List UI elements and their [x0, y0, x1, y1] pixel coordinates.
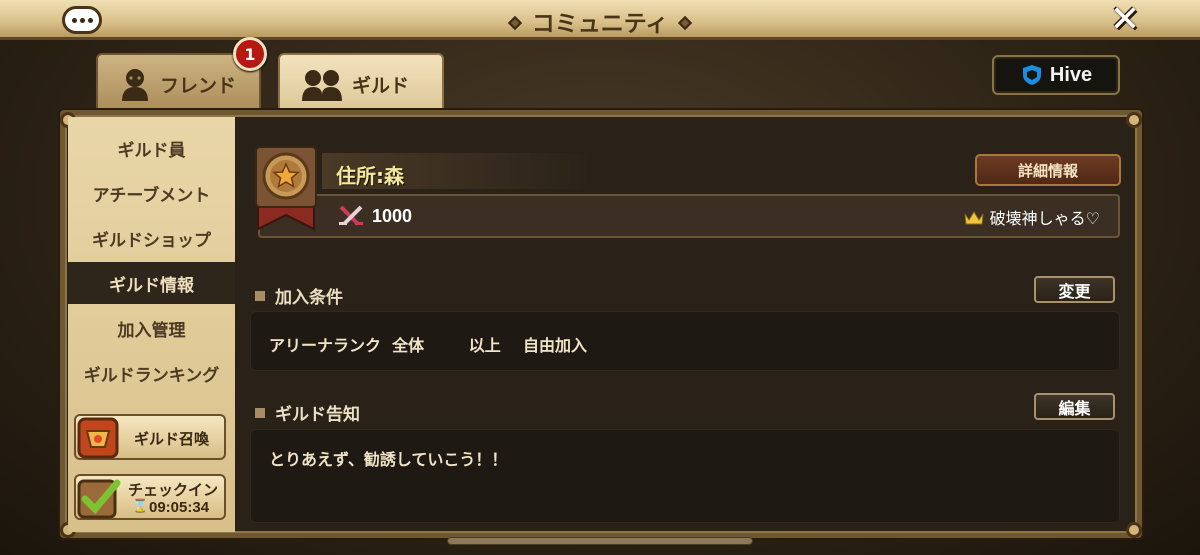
crossed-swords-icon	[339, 205, 363, 226]
checkin-check-icon	[77, 479, 121, 519]
sidebar: ギルド員 アチーブメント ギルドショップ ギルド情報 加入管理 ギルドランキング	[68, 117, 235, 532]
edit-button[interactable]: 編集	[1034, 393, 1115, 420]
top-bar: コミュニティ ✕	[0, 0, 1200, 40]
hourglass-icon: ⌛	[132, 499, 149, 514]
checkin-button[interactable]: チェックイン ⌛ 09:05:34	[74, 474, 226, 520]
sidebar-item-guild-info[interactable]: ギルド情報	[68, 262, 235, 304]
sidebar-item-achievement[interactable]: アチーブメント	[68, 172, 235, 214]
tab-guild-label: ギルド	[352, 74, 410, 97]
sidebar-item-join-management[interactable]: 加入管理	[68, 307, 235, 349]
bottom-scroll-handle[interactable]	[447, 537, 753, 545]
hive-label: Hive	[1049, 63, 1093, 86]
checkin-timer: 09:05:34	[149, 499, 210, 516]
sidebar-item-guild-shop[interactable]: ギルドショップ	[68, 217, 235, 259]
guild-score: 1000	[338, 205, 412, 227]
detail-info-button[interactable]: 詳細情報	[975, 154, 1121, 186]
summon-scroll-icon	[77, 417, 119, 459]
notification-badge: 1	[233, 37, 267, 71]
diamond-icon-left	[507, 15, 522, 31]
bullet-square-icon	[255, 290, 265, 301]
person-silhouette-icon	[122, 69, 148, 101]
guild-notice-text: とりあえず、勧誘していこう！！	[269, 450, 508, 469]
page-title: コミュニティ	[531, 11, 669, 37]
panel-corner-tr	[1126, 112, 1142, 128]
panel-corner-br	[1126, 522, 1142, 538]
tab-guild[interactable]: ギルド	[278, 53, 444, 115]
guild-master-name: 破壊神しゃる♡	[989, 209, 1100, 228]
guild-summon-label: ギルド召喚	[134, 430, 210, 448]
bullet-square-icon	[255, 407, 265, 418]
tab-friend-label: フレンド	[160, 74, 237, 97]
change-button[interactable]: 変更	[1034, 276, 1115, 303]
diamond-icon-right	[678, 15, 693, 31]
hive-button[interactable]: Hive	[992, 55, 1120, 95]
guild-notice-heading: ギルド告知	[255, 400, 360, 425]
guild-emblem-icon	[255, 146, 317, 231]
join-conditions-text: アリーナランク 全体 以上 自由加入	[269, 336, 587, 355]
guild-score-value: 1000	[372, 205, 413, 226]
sidebar-item-members[interactable]: ギルド員	[68, 127, 235, 169]
guild-address: 住所:森	[336, 164, 404, 188]
join-conditions-heading: 加入条件	[255, 283, 343, 308]
guild-notice-box: とりあえず、勧誘していこう！！	[250, 429, 1120, 523]
checkin-label: チェックイン	[128, 481, 219, 499]
guild-summon-button[interactable]: ギルド召喚	[74, 414, 226, 460]
group-silhouette-icon	[302, 70, 342, 101]
join-conditions-box: アリーナランク 全体 以上 自由加入	[250, 311, 1120, 371]
guild-notice-title: ギルド告知	[275, 405, 360, 425]
close-icon[interactable]: ✕	[1110, 2, 1140, 38]
page-title-wrap: コミュニティ	[0, 4, 1200, 38]
sidebar-item-guild-ranking[interactable]: ギルドランキング	[68, 352, 235, 394]
guild-master: 破壊神しゃる♡	[964, 205, 1100, 229]
hive-shield-icon	[1022, 65, 1041, 85]
crown-icon	[964, 210, 984, 224]
join-conditions-title: 加入条件	[275, 288, 343, 308]
